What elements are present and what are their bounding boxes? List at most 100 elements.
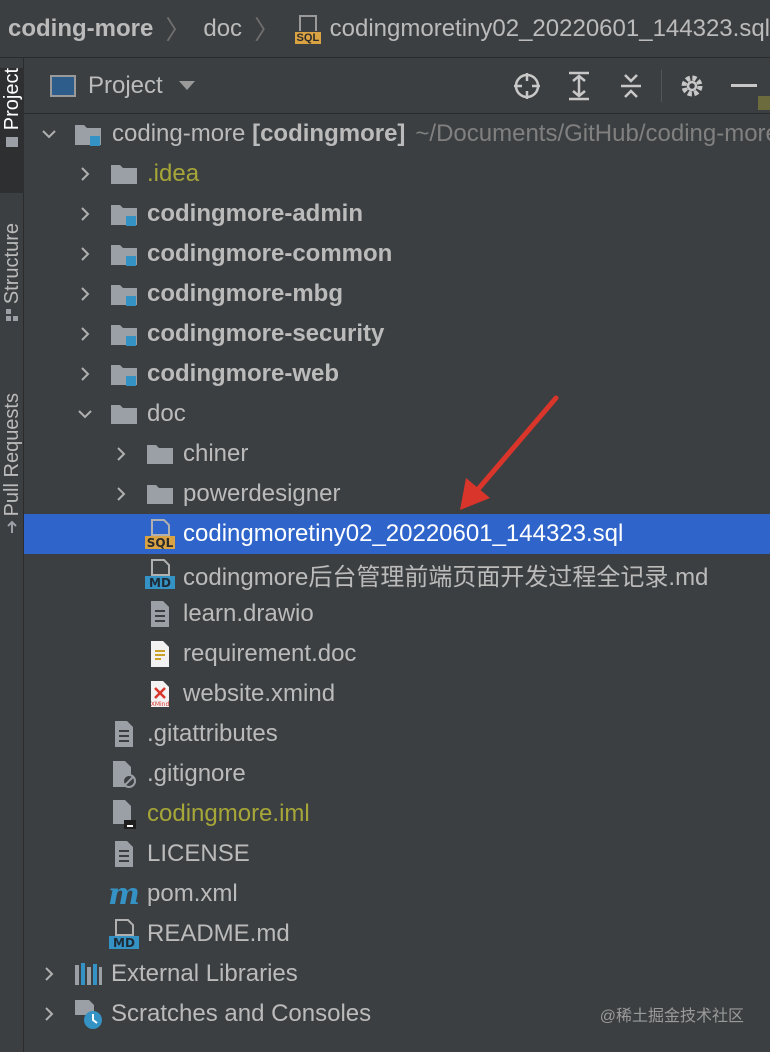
breadcrumb-separator-icon: 〉 (165, 15, 192, 45)
tree-item-idea[interactable]: .idea (24, 154, 770, 194)
tree-item-md-file[interactable]: MD codingmore后台管理前端页面开发过程全记录.md (24, 554, 770, 594)
toolbar-divider (661, 70, 662, 102)
maven-icon: m (108, 876, 140, 912)
tree-item-security[interactable]: codingmore-security (24, 314, 770, 354)
tree-label-powerdesigner: powerdesigner (183, 480, 341, 507)
tree-item-gitattributes[interactable]: .gitattributes (24, 714, 770, 754)
tree-label-sql-file: codingmoretiny02_20220601_144323.sql (183, 520, 624, 547)
xmind-file-icon: XMind (144, 678, 176, 710)
tree-item-iml[interactable]: codingmore.iml (24, 794, 770, 834)
panel-header: Project (24, 58, 770, 114)
ignore-file-icon (108, 758, 140, 790)
sql-file-icon: SQL (144, 518, 176, 550)
tree-label-external-libraries: External Libraries (111, 960, 298, 987)
tree-label-web: codingmore-web (147, 360, 340, 387)
tree-item-powerdesigner[interactable]: powerdesigner (24, 474, 770, 514)
tree-label-common: codingmore-common (147, 240, 393, 267)
tree-item-requirement[interactable]: requirement.doc (24, 634, 770, 674)
tree-label-drawio: learn.drawio (183, 600, 314, 627)
module-folder-icon (108, 358, 140, 390)
tree-item-sql-file[interactable]: SQL codingmoretiny02_20220601_144323.sql (24, 514, 770, 554)
chevron-right-icon[interactable] (110, 483, 132, 505)
module-folder-icon (108, 278, 140, 310)
chevron-right-icon[interactable] (74, 243, 96, 265)
tree-label-requirement: requirement.doc (183, 640, 357, 667)
breadcrumb-folder[interactable]: doc (203, 15, 242, 43)
tree-item-readme[interactable]: MD README.md (24, 914, 770, 954)
text-file-icon (144, 598, 176, 630)
breadcrumb: coding-more 〉 doc 〉 SQL codingmoretiny02… (0, 0, 770, 58)
chevron-right-icon[interactable] (38, 963, 60, 985)
folder-icon (144, 478, 176, 510)
markdown-file-icon: MD (144, 558, 176, 590)
sql-file-icon: SQL (292, 14, 324, 44)
gear-icon (681, 75, 703, 97)
chevron-right-icon[interactable] (74, 163, 96, 185)
tool-window-strip: Project Structure Pull Requests (0, 58, 24, 1052)
tree-label-xmind: website.xmind (183, 680, 336, 707)
tree-label-mbg: codingmore-mbg (147, 280, 343, 307)
tree-label-pom: pom.xml (147, 880, 238, 907)
collapse-all-icon (621, 74, 641, 98)
tree-item-drawio[interactable]: learn.drawio (24, 594, 770, 634)
module-folder-icon (108, 318, 140, 350)
folder-icon (108, 158, 140, 190)
chevron-right-icon[interactable] (74, 203, 96, 225)
panel-title[interactable]: Project (88, 72, 163, 100)
tree-label-readme: README.md (147, 920, 290, 947)
tree-label-idea: .idea (147, 160, 200, 187)
breadcrumb-file[interactable]: codingmoretiny02_20220601_144323.sql (330, 15, 770, 43)
crosshair-icon (514, 73, 540, 99)
breadcrumb-root[interactable]: coding-more (8, 15, 153, 43)
tab-structure-label: Structure (0, 223, 23, 305)
folder-icon (144, 438, 176, 470)
chevron-right-icon[interactable] (38, 1003, 60, 1025)
tree-item-xmind[interactable]: XMind website.xmind (24, 674, 770, 714)
folder-icon (6, 137, 18, 148)
expand-all-icon (569, 71, 589, 101)
chevron-right-icon[interactable] (74, 363, 96, 385)
tree-item-external-libraries[interactable]: External Libraries (24, 954, 770, 994)
tree-label-security: codingmore-security (147, 320, 385, 347)
tree-label-scratches: Scratches and Consoles (111, 1000, 372, 1027)
chevron-right-icon[interactable] (110, 443, 132, 465)
tree-item-license[interactable]: LICENSE (24, 834, 770, 874)
chevron-down-icon[interactable] (38, 123, 60, 145)
svg-text:XMind: XMind (151, 701, 170, 708)
tree-item-web[interactable]: codingmore-web (24, 354, 770, 394)
tree-item-doc[interactable]: doc (24, 394, 770, 434)
tree-item-chiner[interactable]: chiner (24, 434, 770, 474)
chevron-down-icon[interactable] (74, 403, 96, 425)
tree-label-gitattributes: .gitattributes (147, 720, 278, 747)
locate-file-button[interactable] (501, 58, 553, 114)
expand-all-button[interactable] (553, 58, 605, 114)
tree-label-chiner: chiner (183, 440, 249, 467)
tree-label-doc: doc (147, 400, 186, 427)
tree-item-mbg[interactable]: codingmore-mbg (24, 274, 770, 314)
module-folder-icon (108, 238, 140, 270)
word-document-icon (144, 638, 176, 670)
text-file-icon (108, 718, 140, 750)
chevron-right-icon[interactable] (74, 283, 96, 305)
folder-icon (108, 398, 140, 430)
tree-label-md-file: codingmore后台管理前端页面开发过程全记录.md (183, 563, 709, 591)
collapse-all-button[interactable] (605, 58, 657, 114)
text-file-icon (108, 838, 140, 870)
settings-button[interactable] (666, 58, 718, 114)
chevron-down-icon[interactable] (178, 81, 195, 90)
breadcrumb-separator-icon: 〉 (254, 15, 281, 45)
tab-project-label: Project (0, 68, 23, 131)
module-file-icon (108, 798, 140, 830)
root-path: ~/Documents/GitHub/coding-more (415, 120, 770, 147)
tab-structure[interactable]: Structure (0, 223, 24, 353)
tree-item-admin[interactable]: codingmore-admin (24, 194, 770, 234)
project-panel: Project coding-more [codingmore] ~/Docum… (24, 58, 770, 1052)
tab-project[interactable]: Project (0, 68, 24, 193)
tree-item-root[interactable]: coding-more [codingmore] ~/Documents/GitH… (24, 114, 770, 154)
tab-pull-requests-label: Pull Requests (0, 393, 23, 517)
tree-item-gitignore[interactable]: .gitignore (24, 754, 770, 794)
tree-item-pom[interactable]: m pom.xml (24, 874, 770, 914)
tree-item-common[interactable]: codingmore-common (24, 234, 770, 274)
chevron-right-icon[interactable] (74, 323, 96, 345)
tab-pull-requests[interactable]: Pull Requests (0, 393, 24, 568)
